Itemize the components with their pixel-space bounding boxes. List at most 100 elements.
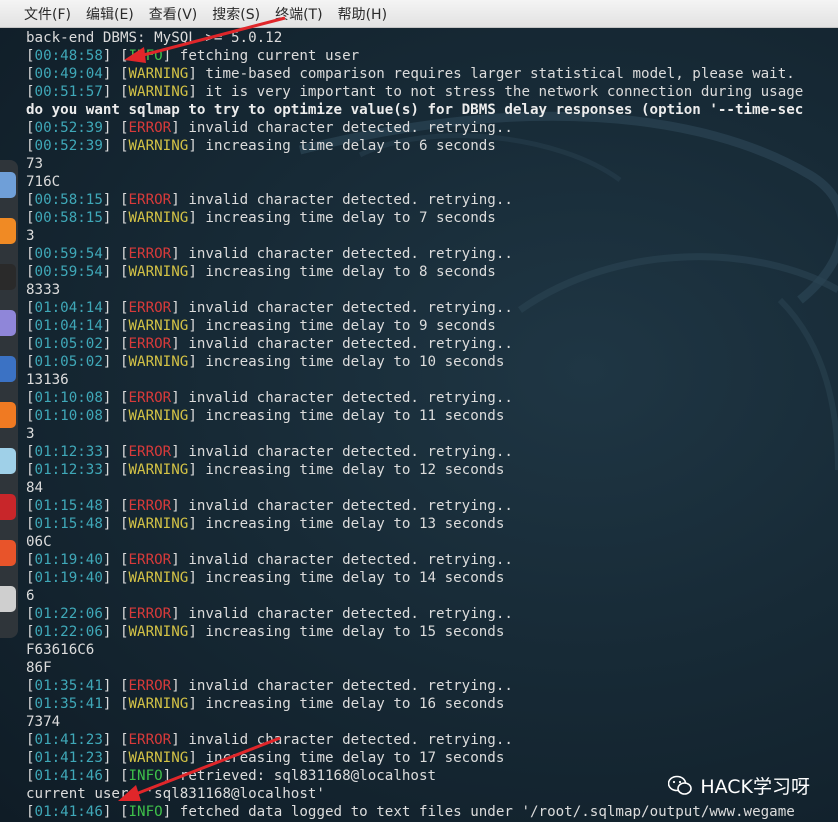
maltego-icon[interactable] bbox=[0, 448, 16, 474]
log-message: it is very important to not stress the n… bbox=[196, 84, 804, 100]
bracket: ] bbox=[188, 210, 197, 226]
log-timestamp: 01:22:06 bbox=[34, 624, 103, 640]
menu-item-4[interactable]: 终端(T) bbox=[275, 4, 322, 24]
log-level: WARNING bbox=[128, 750, 189, 766]
terminal-line: F63616C6 bbox=[26, 641, 838, 659]
log-level: WARNING bbox=[128, 66, 189, 82]
faraday-icon[interactable] bbox=[0, 540, 16, 566]
log-message: fetching current user bbox=[171, 48, 360, 64]
bracket: [ bbox=[26, 750, 35, 766]
bracket: [ bbox=[26, 516, 35, 532]
bracket: [ bbox=[26, 300, 35, 316]
output-text: 8333 bbox=[26, 282, 61, 298]
output-text: do you want sqlmap to try to optimize va… bbox=[26, 102, 804, 118]
terminal-line: [01:22:06] [ERROR] invalid character det… bbox=[26, 605, 838, 623]
bracket: ] [ bbox=[102, 120, 129, 136]
firefox-icon[interactable] bbox=[0, 218, 16, 244]
bracket: ] [ bbox=[102, 624, 129, 640]
log-timestamp: 00:52:39 bbox=[34, 120, 103, 136]
bracket: [ bbox=[26, 84, 35, 100]
bracket: [ bbox=[26, 264, 35, 280]
log-timestamp: 01:15:48 bbox=[34, 498, 103, 514]
log-message: invalid character detected. retrying.. bbox=[179, 336, 513, 352]
bracket: ] bbox=[171, 300, 180, 316]
bracket: [ bbox=[26, 804, 35, 820]
log-timestamp: 01:05:02 bbox=[34, 336, 103, 352]
log-timestamp: 01:05:02 bbox=[34, 354, 103, 370]
bracket: [ bbox=[26, 210, 35, 226]
terminal-line: [01:04:14] [ERROR] invalid character det… bbox=[26, 299, 838, 317]
log-timestamp: 01:10:08 bbox=[34, 390, 103, 406]
bracket: ] bbox=[188, 696, 197, 712]
output-text: 06C bbox=[26, 534, 52, 550]
log-level: ERROR bbox=[128, 246, 172, 262]
terminal-line: [01:10:08] [ERROR] invalid character det… bbox=[26, 389, 838, 407]
output-text: current user: 'sql831168@localhost' bbox=[26, 786, 325, 802]
bracket: [ bbox=[26, 318, 35, 334]
log-message: increasing time delay to 7 seconds bbox=[196, 210, 496, 226]
menu-item-1[interactable]: 编辑(E) bbox=[86, 4, 134, 24]
log-message: increasing time delay to 14 seconds bbox=[196, 570, 505, 586]
log-level: WARNING bbox=[128, 408, 189, 424]
menu-item-2[interactable]: 查看(V) bbox=[149, 4, 198, 24]
bracket: ] bbox=[188, 354, 197, 370]
terminal-line: [00:49:04] [WARNING] time-based comparis… bbox=[26, 65, 838, 83]
log-timestamp: 00:59:54 bbox=[34, 264, 103, 280]
log-level: WARNING bbox=[128, 264, 189, 280]
log-message: increasing time delay to 10 seconds bbox=[196, 354, 505, 370]
log-timestamp: 01:35:41 bbox=[34, 678, 103, 694]
bracket: ] [ bbox=[102, 804, 129, 820]
terminal-line: [01:41:23] [ERROR] invalid character det… bbox=[26, 731, 838, 749]
app-grid-icon[interactable] bbox=[0, 586, 16, 612]
log-timestamp: 00:49:04 bbox=[34, 66, 103, 82]
bracket: [ bbox=[26, 552, 35, 568]
log-timestamp: 00:52:39 bbox=[34, 138, 103, 154]
bracket: [ bbox=[26, 498, 35, 514]
output-text: 84 bbox=[26, 480, 44, 496]
bracket: ] [ bbox=[102, 336, 129, 352]
log-message: increasing time delay to 6 seconds bbox=[196, 138, 496, 154]
log-timestamp: 00:58:15 bbox=[34, 192, 103, 208]
menu-item-0[interactable]: 文件(F) bbox=[24, 4, 71, 24]
bracket: [ bbox=[26, 678, 35, 694]
log-message: invalid character detected. retrying.. bbox=[179, 300, 513, 316]
log-message: invalid character detected. retrying.. bbox=[179, 678, 513, 694]
terminal-line: 6 bbox=[26, 587, 838, 605]
menu-item-3[interactable]: 搜索(S) bbox=[212, 4, 260, 24]
burpsuite-icon[interactable] bbox=[0, 402, 16, 428]
terminal-line: [01:35:41] [ERROR] invalid character det… bbox=[26, 677, 838, 695]
bracket: ] [ bbox=[102, 678, 129, 694]
menu-item-5[interactable]: 帮助(H) bbox=[338, 4, 387, 24]
log-message: invalid character detected. retrying.. bbox=[179, 732, 513, 748]
log-level: INFO bbox=[128, 804, 163, 820]
text-editor-icon[interactable] bbox=[0, 310, 16, 336]
bracket: ] [ bbox=[102, 318, 129, 334]
bracket: [ bbox=[26, 408, 35, 424]
bracket: ] bbox=[171, 390, 180, 406]
log-level: ERROR bbox=[128, 444, 172, 460]
bracket: ] bbox=[171, 606, 180, 622]
log-timestamp: 00:58:15 bbox=[34, 210, 103, 226]
log-message: invalid character detected. retrying.. bbox=[179, 192, 513, 208]
file-manager-icon[interactable] bbox=[0, 172, 16, 198]
log-timestamp: 00:51:57 bbox=[34, 84, 103, 100]
terminal-output[interactable]: back-end DBMS: MySQL >= 5.0.12 [00:48:58]… bbox=[26, 29, 838, 822]
bracket: [ bbox=[26, 120, 35, 136]
bracket: ] [ bbox=[102, 138, 129, 154]
output-text: 3 bbox=[26, 228, 35, 244]
bracket: ] [ bbox=[102, 768, 129, 784]
output-text: 13136 bbox=[26, 372, 69, 388]
bracket: ] [ bbox=[102, 66, 129, 82]
bracket: ] bbox=[171, 444, 180, 460]
log-timestamp: 00:48:58 bbox=[34, 48, 103, 64]
terminal-line: do you want sqlmap to try to optimize va… bbox=[26, 101, 838, 119]
terminal-icon[interactable] bbox=[0, 264, 16, 290]
bracket: [ bbox=[26, 462, 35, 478]
log-message: increasing time delay to 16 seconds bbox=[196, 696, 505, 712]
metasploit-icon[interactable] bbox=[0, 356, 16, 382]
bracket: ] bbox=[171, 732, 180, 748]
bracket: ] [ bbox=[102, 552, 129, 568]
output-text: 73 bbox=[26, 156, 44, 172]
cherrytree-icon[interactable] bbox=[0, 494, 16, 520]
terminal-line: [01:12:33] [WARNING] increasing time del… bbox=[26, 461, 838, 479]
